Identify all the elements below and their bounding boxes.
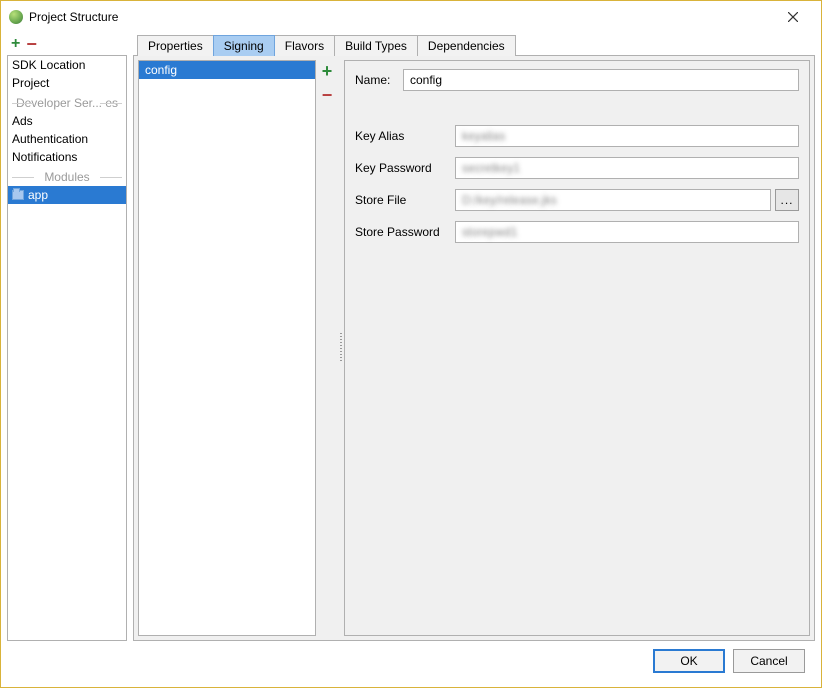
sidebar-add-button[interactable]: + (11, 36, 20, 52)
cancel-button[interactable]: Cancel (733, 649, 805, 673)
app-icon (9, 10, 23, 24)
close-icon (788, 12, 798, 22)
store-password-field[interactable]: storepwd1 (455, 221, 799, 243)
signing-config-item[interactable]: config (139, 61, 315, 79)
sidebar-item-notifications[interactable]: Notifications (8, 148, 126, 166)
sidebar-item-authentication[interactable]: Authentication (8, 130, 126, 148)
project-structure-dialog: Project Structure + − SDK Location Proje… (0, 0, 822, 688)
sidebar-header-developer-services: Developer Ser... es (8, 96, 126, 110)
sidebar-toolbar: + − (7, 33, 127, 55)
tab-signing[interactable]: Signing (213, 35, 275, 56)
sidebar-header-modules: Modules (8, 170, 126, 184)
key-alias-label: Key Alias (355, 129, 447, 143)
window-title: Project Structure (29, 10, 773, 24)
tab-dependencies[interactable]: Dependencies (417, 35, 516, 56)
titlebar: Project Structure (1, 1, 821, 33)
key-password-label: Key Password (355, 161, 447, 175)
tab-properties[interactable]: Properties (137, 35, 214, 56)
tab-flavors[interactable]: Flavors (274, 35, 335, 56)
sidebar-remove-button[interactable]: − (26, 35, 37, 53)
name-field[interactable]: config (403, 69, 799, 91)
sidebar-item-project[interactable]: Project (8, 74, 126, 92)
signing-config-list[interactable]: config (138, 60, 316, 636)
store-file-browse-button[interactable]: ... (775, 189, 799, 211)
key-alias-field[interactable]: keyalias (455, 125, 799, 147)
sidebar-module-label: app (28, 188, 48, 202)
sidebar-module-app[interactable]: app (8, 186, 126, 204)
tab-build-types[interactable]: Build Types (334, 35, 418, 56)
tabs-row: Properties Signing Flavors Build Types D… (133, 33, 815, 55)
sidebar-item-sdk-location[interactable]: SDK Location (8, 56, 126, 74)
dialog-button-bar: OK Cancel (7, 641, 815, 681)
close-button[interactable] (773, 3, 813, 31)
sidebar-item-ads[interactable]: Ads (8, 112, 126, 130)
splitter-grip-icon (340, 333, 342, 363)
ok-button[interactable]: OK (653, 649, 725, 673)
folder-icon (12, 190, 24, 200)
config-add-button[interactable]: + (322, 62, 333, 80)
signing-form: Name: config Key Alias keyalias Key Pass… (344, 60, 810, 636)
store-password-label: Store Password (355, 225, 447, 239)
config-remove-button[interactable]: − (322, 86, 333, 104)
store-file-field[interactable]: D:/key/release.jks (455, 189, 771, 211)
sidebar-list[interactable]: SDK Location Project Developer Ser... es… (7, 55, 127, 641)
store-file-label: Store File (355, 193, 447, 207)
name-label: Name: (355, 73, 395, 87)
key-password-field[interactable]: secretkey1 (455, 157, 799, 179)
